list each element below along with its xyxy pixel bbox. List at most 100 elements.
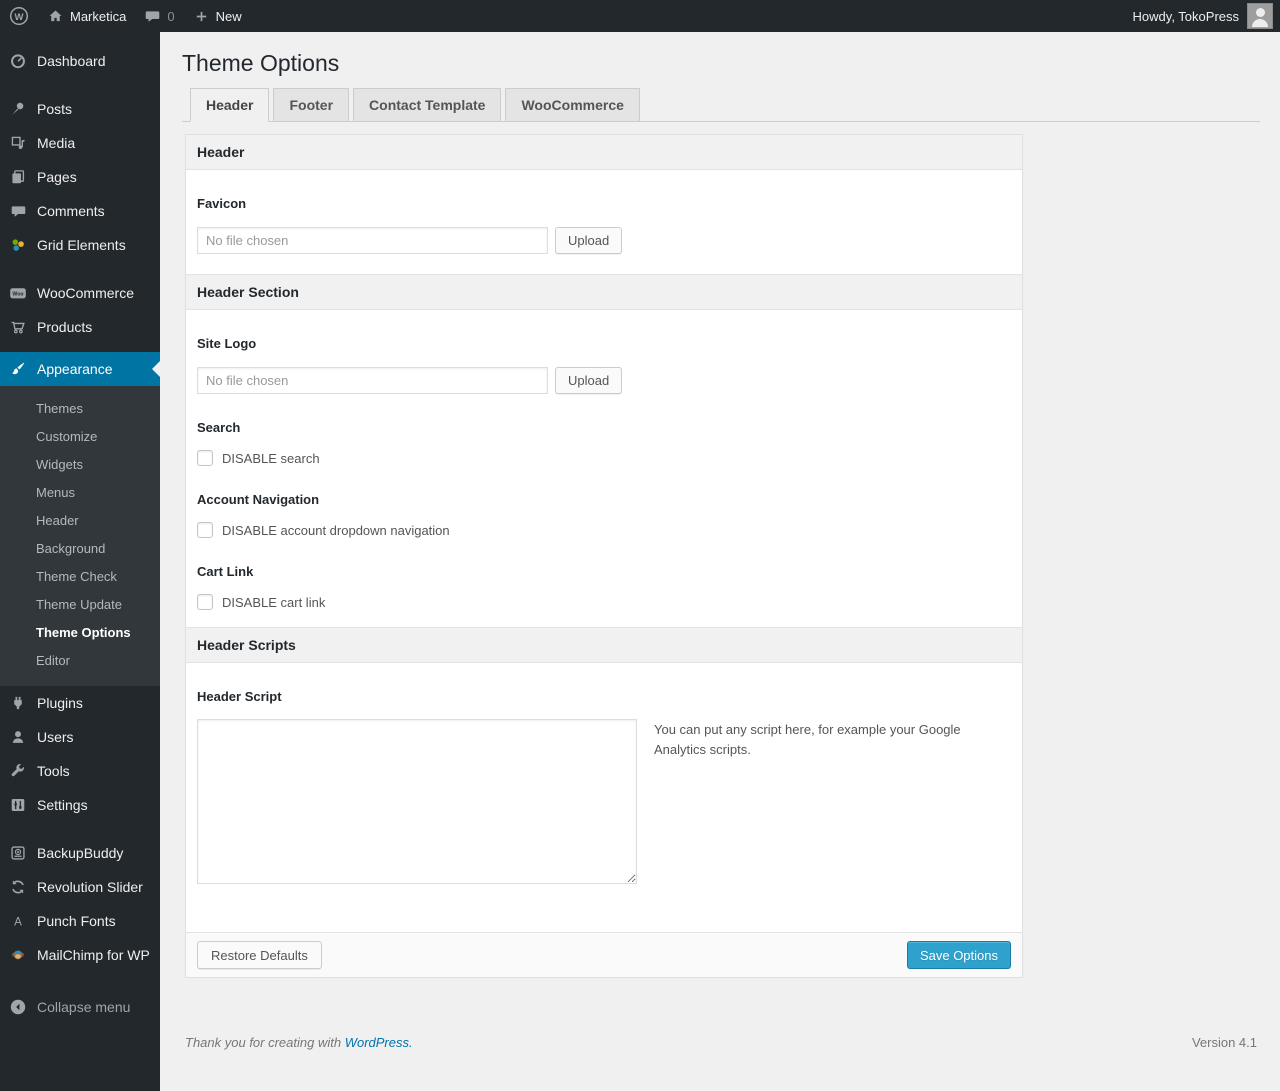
favicon-file-input[interactable] <box>197 227 548 254</box>
submenu-item-menus[interactable]: Menus <box>0 478 160 506</box>
submenu-item-theme-check[interactable]: Theme Check <box>0 562 160 590</box>
account-navigation-label: Account Navigation <box>197 492 320 507</box>
sidebar-item-label: Grid Elements <box>37 237 126 253</box>
sidebar-item-media[interactable]: Media <box>0 126 160 160</box>
admin-bar-left: W Marketica 0 New <box>0 0 251 32</box>
admin-bar-right: Howdy, TokoPress <box>1133 0 1280 32</box>
sidebar-item-label: Revolution Slider <box>37 879 143 895</box>
footer-thanks-text: Thank you for creating with WordPress. <box>185 1035 413 1050</box>
section-header: Header <box>186 135 1022 170</box>
tab-footer[interactable]: Footer <box>273 88 350 122</box>
tab-contact-template[interactable]: Contact Template <box>353 88 502 122</box>
sidebar-item-settings[interactable]: Settings <box>0 788 160 822</box>
sidebar-separator <box>0 262 160 276</box>
site-name-link[interactable]: Marketica <box>38 0 135 32</box>
disable-account-navigation-label[interactable]: DISABLE account dropdown navigation <box>222 523 450 538</box>
sidebar-item-grid-elements[interactable]: Grid Elements <box>0 228 160 262</box>
comment-bubble-icon <box>144 8 161 25</box>
collapse-menu-label: Collapse menu <box>37 999 131 1015</box>
site-logo-file-input[interactable] <box>197 367 548 394</box>
sidebar-item-pages[interactable]: Pages <box>0 160 160 194</box>
header-script-textarea[interactable] <box>197 719 637 884</box>
sidebar-item-mailchimp[interactable]: MailChimp for WP <box>0 938 160 972</box>
collapse-arrow-icon <box>8 997 28 1017</box>
sidebar-item-comments[interactable]: Comments <box>0 194 160 228</box>
sidebar-item-label: Comments <box>37 203 105 219</box>
favicon-upload-button[interactable]: Upload <box>555 227 623 254</box>
avatar[interactable] <box>1247 3 1273 29</box>
tab-bar: Header Footer Contact Template WooCommer… <box>182 88 1260 122</box>
sidebar-item-tools[interactable]: Tools <box>0 754 160 788</box>
plus-icon <box>193 8 210 25</box>
wp-logo-button[interactable]: W <box>0 0 38 32</box>
brush-icon <box>8 359 28 379</box>
account-menu[interactable]: Howdy, TokoPress <box>1133 9 1239 24</box>
sidebar-item-plugins[interactable]: Plugins <box>0 686 160 720</box>
favicon-label: Favicon <box>197 196 247 211</box>
sidebar-item-label: Dashboard <box>37 53 106 69</box>
new-content-button[interactable]: New <box>184 0 251 32</box>
site-name-label: Marketica <box>70 8 127 24</box>
sidebar-separator <box>0 822 160 836</box>
svg-text:Woo: Woo <box>12 292 23 298</box>
disable-cart-link-checkbox[interactable] <box>197 594 213 610</box>
comments-shortcut[interactable]: 0 <box>135 0 183 32</box>
sidebar-item-label: WooCommerce <box>37 285 134 301</box>
sidebar-item-products[interactable]: Products <box>0 310 160 344</box>
sidebar-item-label: Settings <box>37 797 88 813</box>
tab-woocommerce[interactable]: WooCommerce <box>505 88 640 122</box>
save-options-button[interactable]: Save Options <box>906 941 1011 969</box>
svg-text:W: W <box>15 12 24 23</box>
sidebar-item-label: Plugins <box>37 695 83 711</box>
footer-thanks-prefix: Thank you for creating with <box>185 1035 345 1050</box>
sidebar-item-posts[interactable]: Posts <box>0 92 160 126</box>
rotate-icon <box>8 877 28 897</box>
appearance-submenu: Themes Customize Widgets Menus Header Ba… <box>0 386 160 686</box>
wp-footer: Thank you for creating with WordPress. V… <box>182 1035 1260 1050</box>
main-content: Theme Options Header Footer Contact Temp… <box>160 32 1280 1091</box>
sidebar-item-label: Posts <box>37 101 73 117</box>
section-header-section: Header Section <box>186 274 1022 310</box>
pin-icon <box>8 99 28 119</box>
submenu-item-customize[interactable]: Customize <box>0 422 160 450</box>
submenu-item-theme-update[interactable]: Theme Update <box>0 590 160 618</box>
site-logo-upload-button[interactable]: Upload <box>555 367 623 394</box>
sidebar-item-label: Users <box>37 729 74 745</box>
settings-icon <box>8 795 28 815</box>
tab-header[interactable]: Header <box>190 88 270 122</box>
submenu-item-background[interactable]: Background <box>0 534 160 562</box>
sidebar-item-appearance[interactable]: Appearance <box>0 352 160 386</box>
sidebar-item-punch-fonts[interactable]: A Punch Fonts <box>0 904 160 938</box>
sidebar-separator <box>0 78 160 92</box>
submenu-item-editor[interactable]: Editor <box>0 646 160 674</box>
header-script-help-text: You can put any script here, for example… <box>654 722 961 758</box>
disable-account-navigation-checkbox[interactable] <box>197 522 213 538</box>
search-field: Search DISABLE search <box>186 420 1022 466</box>
cart-link-field: Cart Link DISABLE cart link <box>186 564 1022 610</box>
submenu-item-widgets[interactable]: Widgets <box>0 450 160 478</box>
sidebar-separator <box>0 972 160 980</box>
restore-defaults-button[interactable]: Restore Defaults <box>197 941 322 969</box>
sidebar-item-revolution-slider[interactable]: Revolution Slider <box>0 870 160 904</box>
sidebar-item-label: Media <box>37 135 76 151</box>
submenu-item-theme-options[interactable]: Theme Options <box>0 618 160 646</box>
submenu-item-header[interactable]: Header <box>0 506 160 534</box>
wordpress-link[interactable]: WordPress. <box>345 1035 413 1050</box>
disable-search-label[interactable]: DISABLE search <box>222 451 320 466</box>
disable-search-checkbox[interactable] <box>197 450 213 466</box>
site-logo-label: Site Logo <box>197 336 257 351</box>
home-icon <box>47 8 64 25</box>
comment-count: 0 <box>167 8 175 24</box>
sidebar-item-users[interactable]: Users <box>0 720 160 754</box>
admin-sidebar: Dashboard Posts Media Pages Comments Gri… <box>0 32 160 1091</box>
sidebar-item-backupbuddy[interactable]: BackupBuddy <box>0 836 160 870</box>
page-title: Theme Options <box>182 50 340 76</box>
submenu-item-themes[interactable]: Themes <box>0 394 160 422</box>
sidebar-item-dashboard[interactable]: Dashboard <box>0 44 160 78</box>
panel-footer: Restore Defaults Save Options <box>186 932 1022 977</box>
disable-cart-link-label[interactable]: DISABLE cart link <box>222 595 325 610</box>
collapse-menu-button[interactable]: Collapse menu <box>0 990 160 1024</box>
grid-elements-icon <box>8 235 28 255</box>
sidebar-item-woocommerce[interactable]: Woo WooCommerce <box>0 276 160 310</box>
comments-icon <box>8 201 28 221</box>
